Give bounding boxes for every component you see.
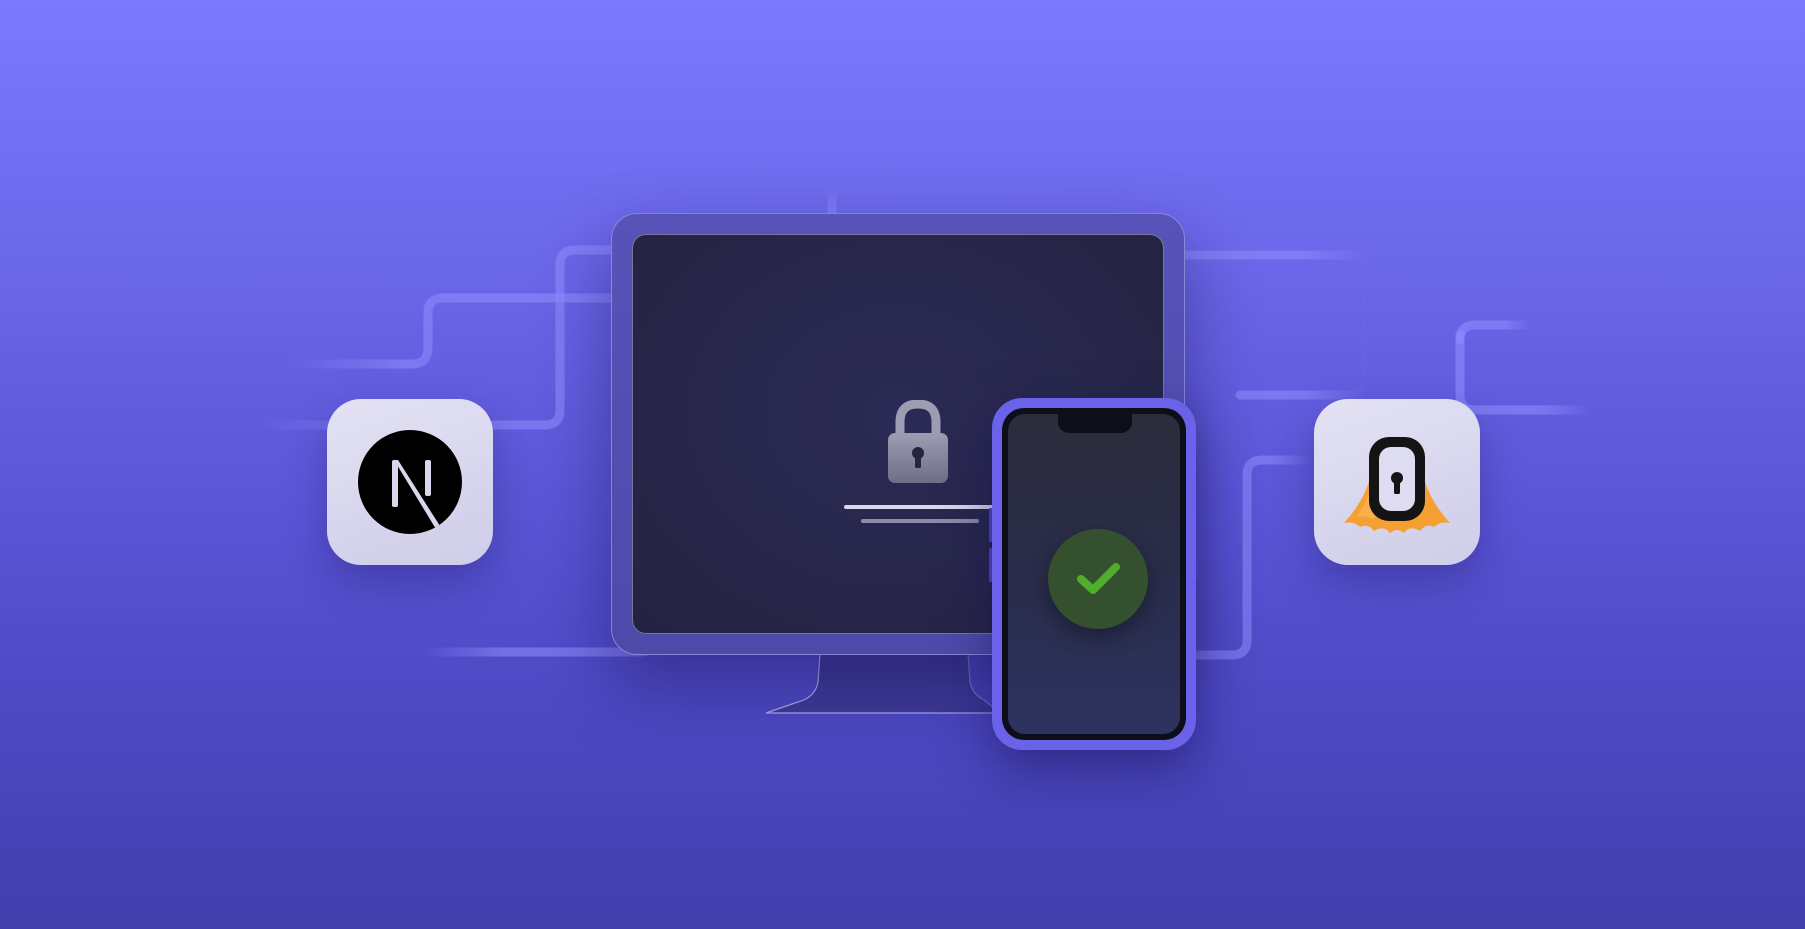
password-hint-line	[861, 519, 979, 523]
checkmark-icon	[1077, 563, 1120, 594]
mobile-phone	[989, 398, 1199, 750]
phone-screen	[1008, 414, 1180, 734]
padlock-icon	[888, 400, 948, 483]
auth-app-tile	[1314, 399, 1480, 565]
password-field-line	[844, 505, 994, 509]
hero-illustration	[0, 0, 1805, 929]
phone-notch	[1058, 414, 1132, 433]
monitor-stand	[765, 653, 1002, 714]
nextjs-app-tile	[327, 399, 493, 565]
phone-side-button	[1196, 550, 1199, 580]
success-badge	[1048, 529, 1148, 629]
phone-side-button	[989, 548, 992, 582]
phone-side-button	[989, 508, 992, 542]
phone-side-button	[1196, 488, 1199, 538]
keyhole-cape-logo-icon	[1344, 437, 1450, 533]
phone-bezel	[1002, 408, 1186, 740]
nextjs-logo-icon	[358, 430, 462, 534]
